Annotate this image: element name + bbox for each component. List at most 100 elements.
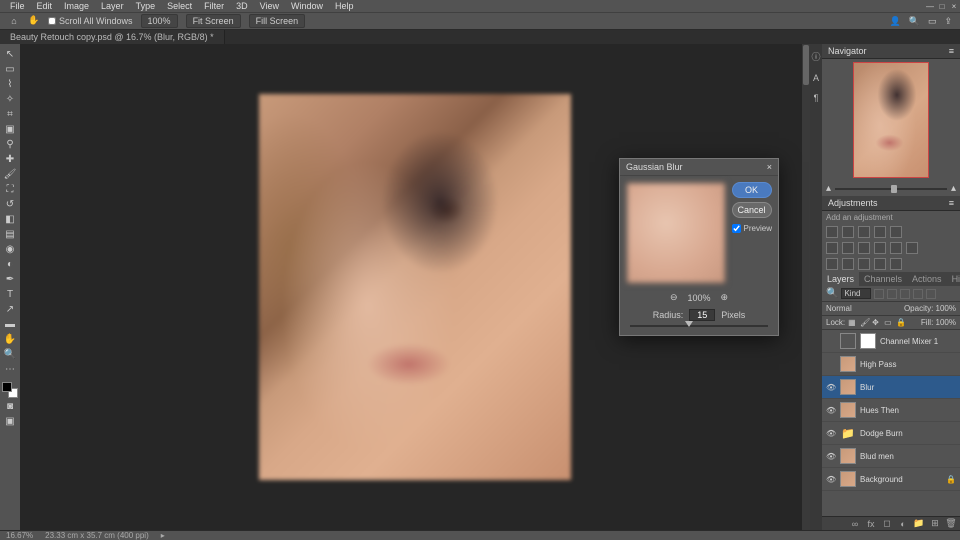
window-close-icon[interactable]: × — [948, 0, 960, 12]
adj-balance-icon[interactable] — [842, 242, 854, 254]
dialog-preview[interactable] — [626, 182, 726, 284]
radius-slider[interactable] — [630, 325, 768, 327]
layer-fx-icon[interactable]: fx — [866, 519, 876, 529]
navigator-thumbnail[interactable] — [853, 62, 929, 178]
layer-name[interactable]: High Pass — [860, 360, 956, 369]
fit-screen-button[interactable]: Fit Screen — [186, 14, 241, 28]
adj-photofilter-icon[interactable] — [874, 242, 886, 254]
layer-name[interactable]: Blur — [860, 383, 956, 392]
account-icon[interactable]: 👤 — [890, 16, 901, 27]
search-icon[interactable]: 🔍 — [909, 16, 920, 27]
filter-kind-label[interactable]: 🔍 — [826, 288, 838, 299]
eyedropper-tool-icon[interactable]: ⚲ — [2, 138, 18, 151]
layer-thumbnail[interactable] — [840, 471, 856, 487]
quickmask-icon[interactable]: ◙ — [2, 400, 18, 413]
dialog-zoom-in-icon[interactable]: ⊕ — [721, 292, 729, 303]
hand-tool-icon[interactable]: ✋ — [2, 333, 18, 346]
paragraph-panel-icon[interactable]: ¶ — [814, 93, 819, 103]
canvas-scrollbar[interactable] — [802, 44, 810, 530]
adj-posterize-icon[interactable] — [842, 258, 854, 270]
adj-gradmap-icon[interactable] — [874, 258, 886, 270]
edit-toolbar-icon[interactable]: ⋯ — [2, 363, 18, 376]
filter-adj-icon[interactable] — [887, 289, 897, 299]
layer-name[interactable]: Channel Mixer 1 — [880, 337, 956, 346]
nav-zoom-slider[interactable] — [835, 188, 947, 190]
layer-name[interactable]: Dodge Burn — [860, 429, 956, 438]
layer-thumbnail[interactable] — [840, 379, 856, 395]
fill-screen-button[interactable]: Fill Screen — [249, 14, 306, 28]
layer-visibility-icon[interactable]: 👁 — [826, 452, 836, 461]
menu-3d[interactable]: 3D — [230, 1, 254, 11]
foreground-color-swatch[interactable] — [2, 382, 12, 392]
layer-row[interactable]: High Pass — [822, 353, 960, 376]
shape-tool-icon[interactable]: ▬ — [2, 318, 18, 331]
filter-shape-icon[interactable] — [913, 289, 923, 299]
status-zoom[interactable]: 16.67% — [6, 531, 33, 540]
zoom-tool-icon[interactable]: 🔍 — [2, 348, 18, 361]
lasso-tool-icon[interactable]: ⌇ — [2, 78, 18, 91]
lock-position-icon[interactable]: ✥ — [872, 318, 881, 327]
document-tab[interactable]: Beauty Retouch copy.psd @ 16.7% (Blur, R… — [0, 30, 225, 44]
layer-row[interactable]: 👁 Background 🔒 — [822, 468, 960, 491]
layer-visibility-icon[interactable]: 👁 — [826, 406, 836, 415]
filter-type-icon[interactable] — [900, 289, 910, 299]
folder-icon[interactable]: 📁 — [840, 425, 856, 441]
character-panel-icon[interactable]: A — [813, 73, 819, 83]
move-tool-icon[interactable]: ↖ — [2, 48, 18, 61]
layer-row[interactable]: Channel Mixer 1 — [822, 330, 960, 353]
new-adjustment-icon[interactable]: ◐ — [898, 519, 908, 529]
menu-file[interactable]: File — [4, 1, 31, 11]
tab-history[interactable]: History — [947, 272, 960, 286]
healing-tool-icon[interactable]: ✚ — [2, 153, 18, 166]
pen-tool-icon[interactable]: ✒ — [2, 273, 18, 286]
lock-transparency-icon[interactable]: ▦ — [848, 318, 857, 327]
blur-tool-icon[interactable]: ◉ — [2, 243, 18, 256]
radius-input[interactable] — [689, 309, 715, 321]
wand-tool-icon[interactable]: ✧ — [2, 93, 18, 106]
adj-vibrance-icon[interactable] — [890, 226, 902, 238]
status-dimensions[interactable]: 23.33 cm x 35.7 cm (400 ppi) — [45, 531, 149, 540]
lock-pixels-icon[interactable]: 🖌 — [860, 318, 869, 327]
nav-zoom-in-icon[interactable]: ▴ — [951, 183, 956, 194]
blend-mode-select[interactable]: Normal — [826, 304, 852, 313]
menu-edit[interactable]: Edit — [31, 1, 59, 11]
delete-layer-icon[interactable]: 🗑 — [946, 519, 956, 529]
document-canvas[interactable] — [259, 94, 571, 480]
layer-filter-input[interactable] — [841, 288, 871, 299]
history-brush-icon[interactable]: ↺ — [2, 198, 18, 211]
info-panel-icon[interactable]: ⓘ — [811, 50, 820, 63]
scroll-all-windows-checkbox[interactable]: Scroll All Windows — [48, 16, 133, 26]
home-icon[interactable]: ⌂ — [8, 15, 20, 27]
menu-view[interactable]: View — [254, 1, 285, 11]
brush-tool-icon[interactable]: 🖌 — [2, 168, 18, 181]
adj-selective-icon[interactable] — [890, 258, 902, 270]
path-tool-icon[interactable]: ↗ — [2, 303, 18, 316]
layer-thumbnail[interactable] — [840, 448, 856, 464]
window-maximize-icon[interactable]: □ — [936, 0, 948, 12]
adj-brightness-icon[interactable] — [826, 226, 838, 238]
tab-channels[interactable]: Channels — [859, 272, 907, 286]
layer-row[interactable]: 👁 Blud men — [822, 445, 960, 468]
layer-mask-icon[interactable]: ◻ — [882, 519, 892, 529]
panel-menu-icon[interactable]: ≡ — [949, 46, 954, 56]
menu-select[interactable]: Select — [161, 1, 198, 11]
lock-artboard-icon[interactable]: ▭ — [884, 318, 893, 327]
ok-button[interactable]: OK — [732, 182, 772, 198]
layer-row[interactable]: 👁 Hues Then — [822, 399, 960, 422]
link-layers-icon[interactable]: ∞ — [850, 519, 860, 529]
type-tool-icon[interactable]: T — [2, 288, 18, 301]
menu-help[interactable]: Help — [329, 1, 360, 11]
eraser-tool-icon[interactable]: ◧ — [2, 213, 18, 226]
layer-thumbnail[interactable] — [840, 402, 856, 418]
share-icon[interactable]: ⇪ — [944, 16, 952, 27]
menu-window[interactable]: Window — [285, 1, 329, 11]
layer-mask-thumbnail[interactable] — [860, 333, 876, 349]
layer-thumbnail[interactable] — [840, 333, 856, 349]
adj-bw-icon[interactable] — [858, 242, 870, 254]
nav-zoom-out-icon[interactable]: ▴ — [826, 183, 831, 194]
layer-name[interactable]: Hues Then — [860, 406, 956, 415]
layer-name[interactable]: Blud men — [860, 452, 956, 461]
adj-lookup-icon[interactable] — [906, 242, 918, 254]
new-layer-icon[interactable]: ⊞ — [930, 519, 940, 529]
layer-thumbnail[interactable] — [840, 356, 856, 372]
